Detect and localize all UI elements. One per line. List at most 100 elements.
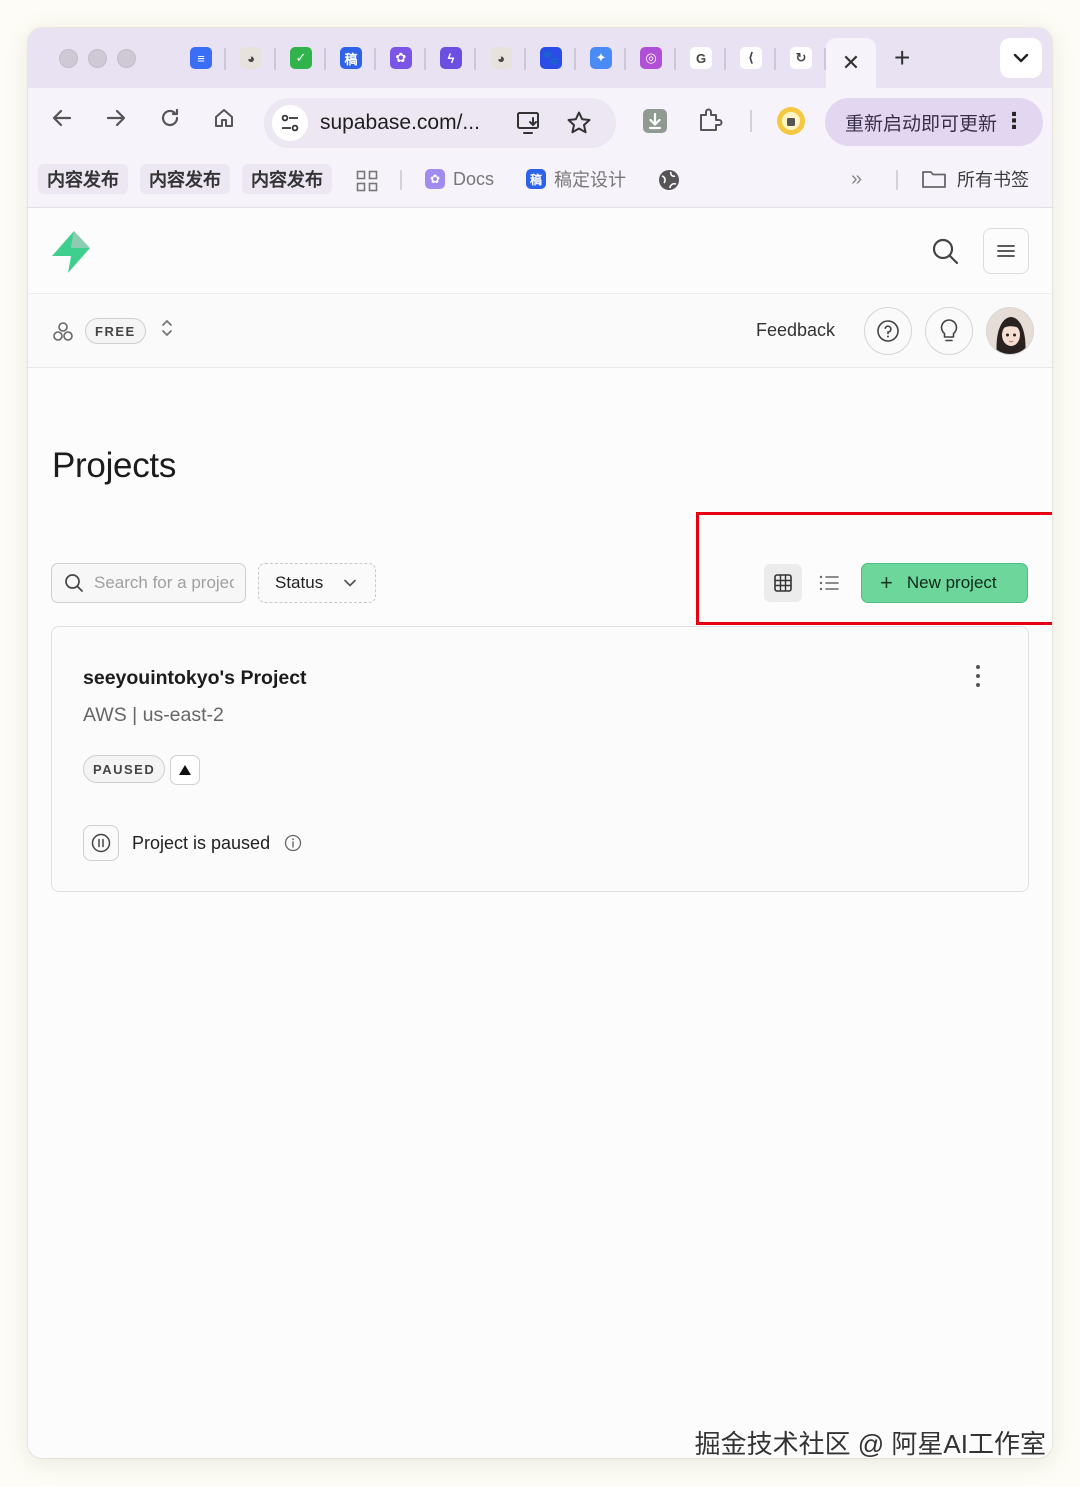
chevron-down-icon xyxy=(344,579,356,587)
bookmark-star-icon[interactable] xyxy=(566,110,592,136)
gemini-favicon-icon: ✦ xyxy=(590,47,612,69)
aws-icon xyxy=(170,755,200,785)
toolbar-divider xyxy=(750,110,752,132)
extensions-icon[interactable] xyxy=(696,106,724,134)
list-view-toggle[interactable] xyxy=(810,564,848,602)
active-tab[interactable]: ✕ xyxy=(826,38,876,88)
tab-search-button[interactable] xyxy=(1000,38,1042,78)
browser-toolbar: supabase.com/... 重新启动即可更新 ⋮ xyxy=(28,88,1052,154)
bookmark-design-label: 稿定设计 xyxy=(554,170,626,190)
browser-tab[interactable]: G xyxy=(676,28,726,88)
grid-view-toggle[interactable] xyxy=(764,564,802,602)
window-controls xyxy=(28,48,136,68)
project-name: seeyouintokyo's Project xyxy=(83,667,307,689)
bookmark-chip[interactable]: 内容发布 xyxy=(140,164,230,194)
gradient-favicon-icon: ◎ xyxy=(640,47,662,69)
bookmarks-overflow-button[interactable]: » xyxy=(851,164,862,194)
list-icon xyxy=(819,575,839,591)
status-badge: PAUSED xyxy=(83,755,166,783)
project-search[interactable] xyxy=(51,563,246,603)
zoom-window-button[interactable] xyxy=(117,48,136,68)
bookmark-chip[interactable]: 内容发布 xyxy=(242,164,332,194)
close-window-button[interactable] xyxy=(59,48,78,68)
purple-app-favicon-icon: ✿ xyxy=(390,47,412,69)
bookmark-chip[interactable]: 内容发布 xyxy=(38,164,128,194)
bookmark-design[interactable]: 稿 稿定设计 xyxy=(526,164,626,194)
feedback-button[interactable]: Feedback xyxy=(756,320,835,341)
tab-strip: ≡ ◕ ✓ 稿 ✿ ϟ ◕ 🐾 ✦ ◎ G ⟨ ↻ ✕ + xyxy=(28,28,1052,88)
home-icon[interactable] xyxy=(212,106,236,130)
browser-tab[interactable]: ϟ xyxy=(426,28,476,88)
docs-favicon-icon: ≡ xyxy=(190,47,212,69)
browser-tab[interactable]: ⟨ xyxy=(726,28,776,88)
chevron-down-icon xyxy=(1013,53,1029,63)
forward-icon[interactable] xyxy=(104,106,128,130)
organization-icon xyxy=(53,322,73,341)
organization-bar: FREE Feedback xyxy=(28,294,1052,368)
bookmark-divider xyxy=(896,170,898,190)
search-input[interactable] xyxy=(94,573,234,593)
globe-bookmark-icon[interactable] xyxy=(658,169,680,191)
watermark-text: 掘金技术社区 @ 阿星AI工作室 xyxy=(694,1429,1046,1459)
chevrons-up-down-icon[interactable] xyxy=(160,318,174,338)
pause-icon xyxy=(83,825,119,861)
status-filter-button[interactable]: Status xyxy=(258,563,376,603)
browser-tab[interactable]: ✦ xyxy=(576,28,626,88)
browser-tab[interactable]: ↻ xyxy=(776,28,826,88)
project-region: AWS | us-east-2 xyxy=(83,704,224,726)
user-avatar[interactable] xyxy=(986,307,1034,355)
browser-tab[interactable]: ✿ xyxy=(376,28,426,88)
browser-tab[interactable]: ◕ xyxy=(476,28,526,88)
tab-list: ≡ ◕ ✓ 稿 ✿ ϟ ◕ 🐾 ✦ ◎ G ⟨ ↻ xyxy=(176,28,826,88)
browser-tab[interactable]: ✓ xyxy=(276,28,326,88)
reload-icon[interactable] xyxy=(158,106,182,130)
plus-icon: + xyxy=(880,570,893,595)
project-more-icon[interactable] xyxy=(970,665,986,687)
address-bar[interactable]: supabase.com/... xyxy=(264,98,616,148)
page-title: Projects xyxy=(52,446,177,485)
new-project-label: New project xyxy=(906,573,997,592)
menu-button[interactable] xyxy=(983,228,1029,274)
browser-tab[interactable]: ≡ xyxy=(176,28,226,88)
browser-tab[interactable]: ◕ xyxy=(226,28,276,88)
apps-grid-icon[interactable] xyxy=(356,170,378,192)
download-extension-icon[interactable] xyxy=(642,108,668,134)
gao-bookmark-icon: 稿 xyxy=(526,169,546,189)
search-icon xyxy=(65,574,83,592)
update-label: 重新启动即可更新 xyxy=(845,113,998,135)
browser-window: ≡ ◕ ✓ 稿 ✿ ϟ ◕ 🐾 ✦ ◎ G ⟨ ↻ ✕ + supabase.com/... 重新启动即… xyxy=(28,28,1052,1458)
info-icon[interactable] xyxy=(284,834,302,852)
install-app-icon[interactable] xyxy=(516,110,542,136)
hamburger-icon xyxy=(997,245,1015,257)
browser-menu-icon[interactable]: ⋮ xyxy=(1003,108,1025,134)
search-icon[interactable] xyxy=(930,236,960,266)
avatar-favicon-2-icon: ◕ xyxy=(490,47,512,69)
project-card[interactable]: seeyouintokyo's Project AWS | us-east-2 … xyxy=(51,626,1029,892)
browser-tab[interactable]: 🐾 xyxy=(526,28,576,88)
help-button[interactable] xyxy=(864,307,912,355)
baidu-favicon-icon: 🐾 xyxy=(540,47,562,69)
recycle-favicon-icon: ↻ xyxy=(790,47,812,69)
close-tab-icon[interactable]: ✕ xyxy=(842,50,860,76)
docs-bookmark-icon: ✿ xyxy=(425,169,445,189)
status-filter-label: Status xyxy=(275,573,324,592)
new-project-button[interactable]: + New project xyxy=(861,563,1028,603)
paused-message: Project is paused xyxy=(132,833,271,853)
avatar-image-icon xyxy=(987,308,1033,354)
all-bookmarks-button[interactable]: 所有书签 xyxy=(921,164,1029,194)
bookmark-docs[interactable]: ✿ Docs xyxy=(425,164,494,194)
bookmarks-bar: 内容发布 内容发布 内容发布 ✿ Docs 稿 稿定设计 » 所有书签 xyxy=(28,154,1052,208)
minimize-window-button[interactable] xyxy=(88,48,107,68)
help-icon xyxy=(877,320,899,342)
browser-tab[interactable]: 稿 xyxy=(326,28,376,88)
site-settings-icon[interactable] xyxy=(272,105,308,141)
new-tab-button[interactable]: + xyxy=(894,44,910,72)
bookmark-divider xyxy=(400,170,402,190)
update-browser-button[interactable]: 重新启动即可更新 ⋮ xyxy=(825,98,1043,146)
browser-tab[interactable]: ◎ xyxy=(626,28,676,88)
back-icon[interactable] xyxy=(50,106,74,130)
supabase-logo-icon[interactable] xyxy=(50,230,92,274)
profile-icon[interactable] xyxy=(776,106,806,136)
whats-new-button[interactable] xyxy=(925,307,973,355)
folder-icon xyxy=(922,171,946,188)
